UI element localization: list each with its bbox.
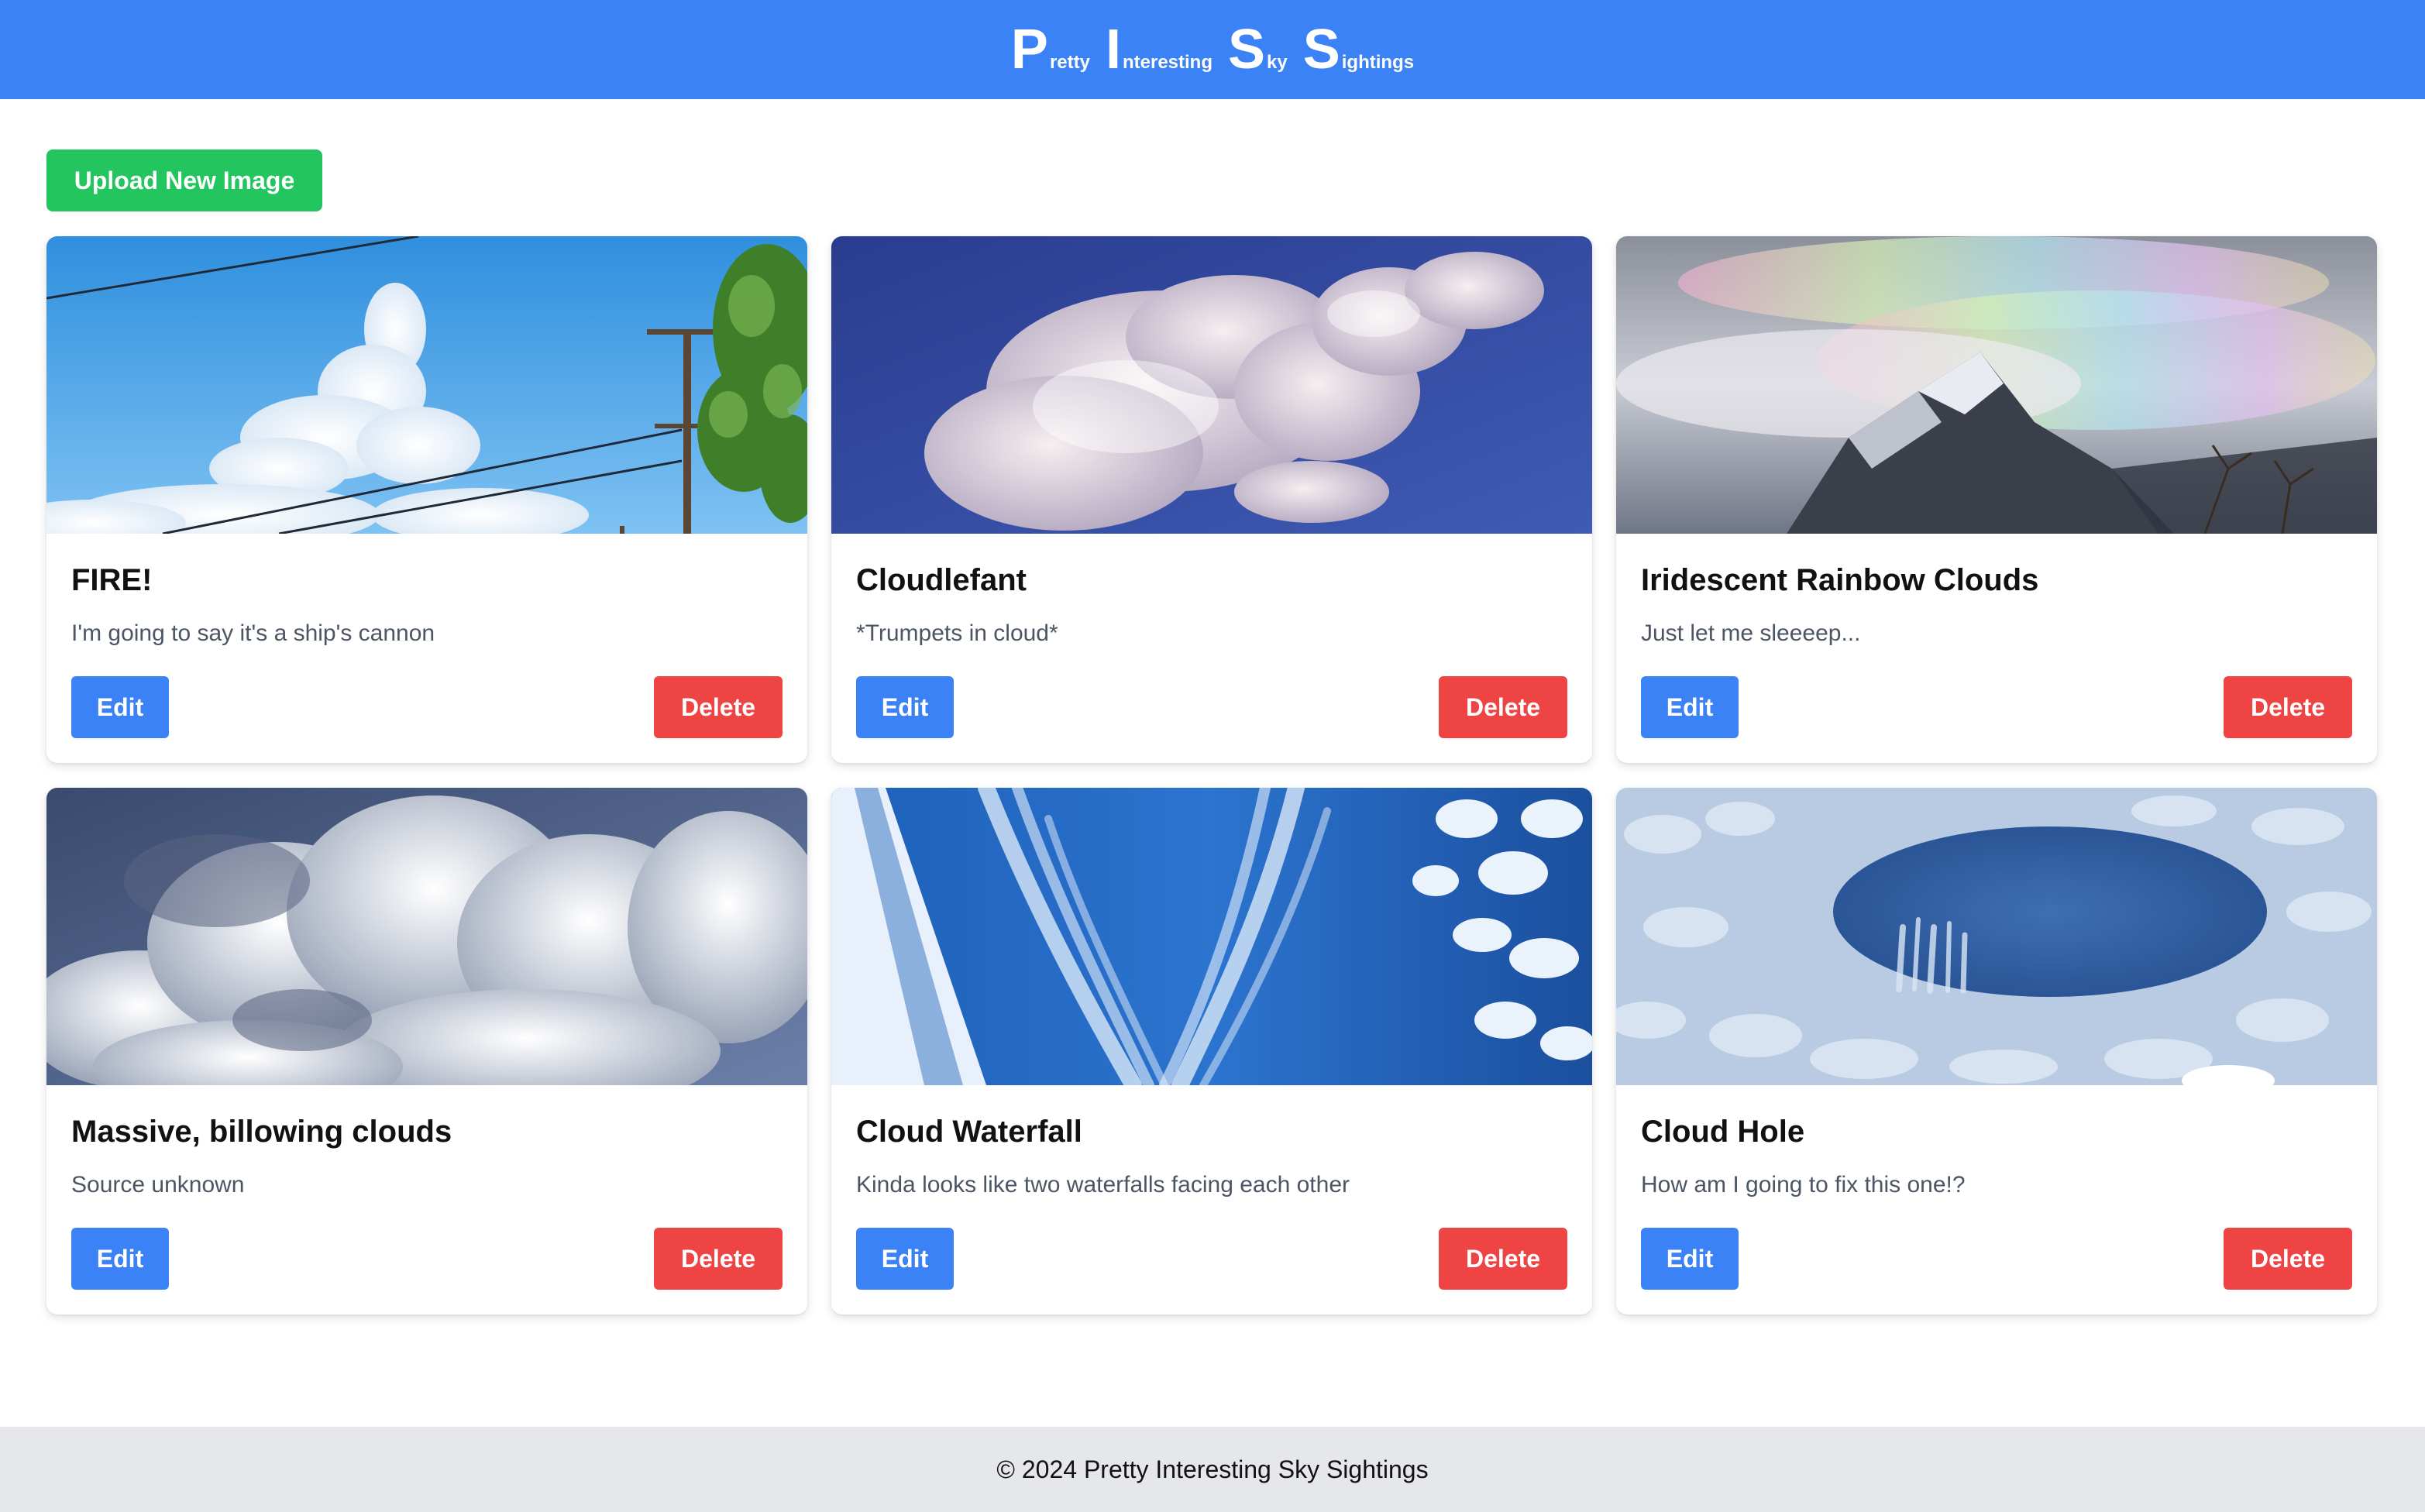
card-image	[1616, 788, 2377, 1085]
card-title: Cloudlefant	[856, 563, 1027, 597]
image-card: Cloudlefant *Trumpets in cloud* Edit Del…	[831, 236, 1592, 763]
card-description: *Trumpets in cloud*	[856, 620, 1058, 646]
image-card: FIRE! I'm going to say it's a ship's can…	[46, 236, 807, 763]
card-image	[46, 788, 807, 1085]
edit-button[interactable]: Edit	[1641, 1228, 1739, 1290]
card-description: Source unknown	[71, 1172, 245, 1198]
delete-button[interactable]: Delete	[1439, 1228, 1567, 1290]
footer-copyright: © 2024 Pretty Interesting Sky Sightings	[996, 1455, 1429, 1483]
card-image	[1616, 236, 2377, 534]
card-image	[46, 236, 807, 534]
title-word: Sightings	[1302, 19, 1415, 81]
delete-button[interactable]: Delete	[654, 1228, 783, 1290]
edit-button[interactable]: Edit	[71, 1228, 169, 1290]
delete-button[interactable]: Delete	[654, 676, 783, 738]
edit-button[interactable]: Edit	[856, 1228, 954, 1290]
card-description: I'm going to say it's a ship's cannon	[71, 620, 435, 646]
card-image	[831, 236, 1592, 534]
card-title: Cloud Hole	[1641, 1115, 1805, 1149]
edit-button[interactable]: Edit	[71, 676, 169, 738]
site-footer: © 2024 Pretty Interesting Sky Sightings	[0, 1427, 2425, 1512]
delete-button[interactable]: Delete	[2224, 1228, 2352, 1290]
card-title: Iridescent Rainbow Clouds	[1641, 563, 2039, 597]
title-word: Interesting	[1105, 19, 1212, 81]
card-title: Massive, billowing clouds	[71, 1115, 452, 1149]
card-image	[831, 788, 1592, 1085]
title-word: Pretty	[1010, 19, 1090, 81]
image-card: Iridescent Rainbow Clouds Just let me sl…	[1616, 236, 2377, 763]
title-word: Sky	[1228, 19, 1288, 81]
delete-button[interactable]: Delete	[2224, 676, 2352, 738]
image-grid: FIRE! I'm going to say it's a ship's can…	[46, 236, 2377, 1314]
delete-button[interactable]: Delete	[1439, 676, 1567, 738]
upload-new-image-button[interactable]: Upload New Image	[46, 149, 322, 211]
image-card: Massive, billowing clouds Source unknown…	[46, 788, 807, 1314]
card-title: FIRE!	[71, 563, 153, 597]
card-description: Just let me sleeeep...	[1641, 620, 1861, 646]
edit-button[interactable]: Edit	[1641, 676, 1739, 738]
card-description: How am I going to fix this one!?	[1641, 1172, 1966, 1198]
image-card: Cloud Hole How am I going to fix this on…	[1616, 788, 2377, 1314]
card-title: Cloud Waterfall	[856, 1115, 1082, 1149]
site-header: Pretty Interesting Sky Sightings	[0, 0, 2425, 99]
edit-button[interactable]: Edit	[856, 676, 954, 738]
site-title: Pretty Interesting Sky Sightings	[1003, 22, 1422, 77]
image-card: Cloud Waterfall Kinda looks like two wat…	[831, 788, 1592, 1314]
card-description: Kinda looks like two waterfalls facing e…	[856, 1172, 1350, 1198]
